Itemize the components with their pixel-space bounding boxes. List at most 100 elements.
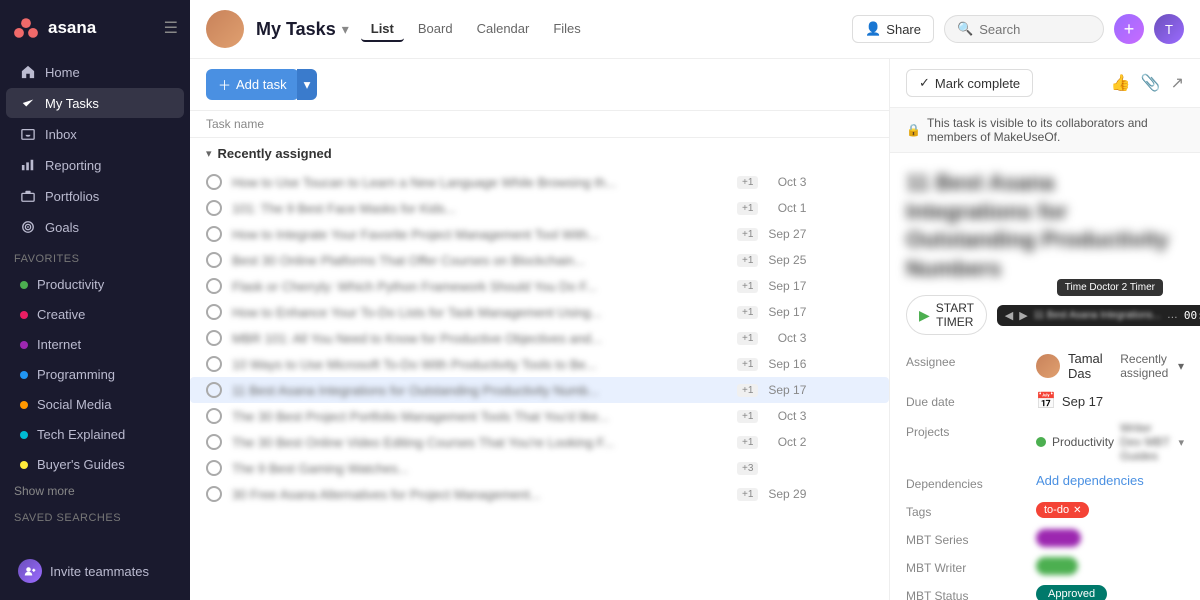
task-check-3[interactable] [206, 252, 222, 268]
share-detail-icon[interactable]: ↗ [1171, 73, 1184, 93]
sidebar-item-reporting[interactable]: Reporting [6, 150, 184, 180]
task-check-9[interactable] [206, 408, 222, 424]
sidebar-item-portfolios[interactable]: Portfolios [6, 181, 184, 211]
timer-next-icon[interactable]: ▶ [1019, 309, 1027, 322]
task-tag-6: +1 [737, 332, 758, 345]
task-tag-1: +1 [737, 202, 758, 215]
due-date-field-row: Due date 📅 Sep 17 [906, 391, 1184, 411]
sidebar-nav: Home My Tasks Inbox Reporting [0, 56, 190, 542]
sidebar-item-internet[interactable]: Internet [6, 330, 184, 359]
timer-widget[interactable]: ◀ ▶ 11 Best Asana Integrations... … 00:0… [997, 305, 1200, 326]
detail-toolbar: ✓ Mark complete 👍 📎 ↗ [890, 59, 1200, 108]
sidebar-item-label-social-media: Social Media [37, 397, 111, 412]
sidebar-item-creative[interactable]: Creative [6, 300, 184, 329]
task-col-header: Task name [190, 111, 889, 138]
table-row[interactable]: The 30 Best Online Video Editing Courses… [190, 429, 889, 455]
task-name-12: 30 Free Asana Alternatives for Project M… [232, 487, 732, 502]
sidebar-item-home[interactable]: Home [6, 57, 184, 87]
attachment-icon[interactable]: 📎 [1141, 73, 1161, 93]
table-row-selected[interactable]: 11 Best Asana Integrations for Outstandi… [190, 377, 889, 403]
search-input[interactable] [979, 22, 1091, 37]
task-date-4: Sep 17 [766, 279, 806, 293]
add-task-button[interactable]: + [1114, 14, 1144, 44]
tag-chip-todo: to-do ✕ [1036, 502, 1089, 518]
project-dropdown-icon[interactable]: ▾ [1178, 436, 1184, 449]
table-row[interactable]: 30 Free Asana Alternatives for Project M… [190, 481, 889, 507]
tab-board[interactable]: Board [408, 17, 463, 42]
sidebar-item-inbox[interactable]: Inbox [6, 119, 184, 149]
timer-prev-icon[interactable]: ◀ [1005, 309, 1013, 322]
due-date-value[interactable]: 📅 Sep 17 [1036, 391, 1184, 411]
mark-complete-button[interactable]: ✓ Mark complete [906, 69, 1033, 97]
tab-files[interactable]: Files [543, 17, 590, 42]
task-check-12[interactable] [206, 486, 222, 502]
table-row[interactable]: How to Integrate Your Favorite Project M… [190, 221, 889, 247]
sidebar-item-productivity[interactable]: Productivity [6, 270, 184, 299]
task-date-0: Oct 3 [766, 175, 806, 189]
task-check-6[interactable] [206, 330, 222, 346]
task-check-7[interactable] [206, 356, 222, 372]
sidebar-item-tech-explained[interactable]: Tech Explained [6, 420, 184, 449]
task-check-8[interactable] [206, 382, 222, 398]
sidebar-item-social-media[interactable]: Social Media [6, 390, 184, 419]
table-row[interactable]: Best 30 Online Platforms That Offer Cour… [190, 247, 889, 273]
sidebar-item-my-tasks[interactable]: My Tasks [6, 88, 184, 118]
user-profile-button[interactable]: T [1154, 14, 1184, 44]
search-box[interactable]: 🔍 [944, 15, 1104, 43]
show-more-link[interactable]: Show more [0, 480, 190, 502]
task-check-0[interactable] [206, 174, 222, 190]
title-chevron-icon[interactable]: ▾ [342, 21, 349, 38]
sidebar-item-label-productivity: Productivity [37, 277, 104, 292]
task-tag-8: +1 [737, 384, 758, 397]
invite-avatar [18, 559, 42, 583]
share-button[interactable]: 👤 Share [852, 15, 934, 43]
recently-assigned-section[interactable]: ▾ Recently assigned [190, 138, 889, 169]
buyers-guides-dot [20, 461, 28, 469]
tag-text: to-do [1044, 504, 1069, 516]
tasks-scroll-area[interactable]: ▾ Recently assigned How to Use Toucan to… [190, 138, 889, 600]
mbt-series-value [1036, 529, 1184, 544]
task-date-10: Oct 2 [766, 435, 806, 449]
add-task-button[interactable]: ＋ Add task [206, 69, 299, 100]
task-check-10[interactable] [206, 434, 222, 450]
task-list-header: ＋ Add task ▾ [190, 59, 889, 111]
sidebar-collapse-button[interactable]: ☰ [164, 18, 178, 38]
sidebar-item-label-creative: Creative [37, 307, 85, 322]
add-dependencies-link[interactable]: Add dependencies [1036, 473, 1144, 488]
start-timer-button[interactable]: ▶ START TIMER [906, 295, 987, 335]
header-left: My Tasks ▾ List Board Calendar Files [206, 10, 591, 48]
task-check-5[interactable] [206, 304, 222, 320]
add-task-dropdown-button[interactable]: ▾ [297, 69, 318, 100]
sidebar-item-programming[interactable]: Programming [6, 360, 184, 389]
task-check-4[interactable] [206, 278, 222, 294]
calendar-icon: 📅 [1036, 391, 1056, 411]
task-check-11[interactable] [206, 460, 222, 476]
sidebar-item-buyers-guides[interactable]: Buyer's Guides [6, 450, 184, 479]
assignee-label: Assignee [906, 351, 1026, 369]
task-name-9: The 30 Best Project Portfolio Management… [232, 409, 732, 424]
lock-icon: 🔒 [906, 123, 921, 137]
table-row[interactable]: Flask or Cherryly: Which Python Framewor… [190, 273, 889, 299]
mbt-series-chip [1036, 529, 1081, 547]
task-tag-4: +1 [737, 280, 758, 293]
task-check-1[interactable] [206, 200, 222, 216]
tag-remove-button[interactable]: ✕ [1073, 505, 1081, 516]
table-row[interactable]: How to Use Toucan to Learn a New Languag… [190, 169, 889, 195]
task-check-2[interactable] [206, 226, 222, 242]
tab-list[interactable]: List [361, 17, 404, 42]
table-row[interactable]: 10 Ways to Use Microsoft To-Do With Prod… [190, 351, 889, 377]
sidebar-item-label-my-tasks: My Tasks [45, 96, 99, 111]
table-row[interactable]: How to Enhance Your To-Do Lists for Task… [190, 299, 889, 325]
content-area: ＋ Add task ▾ Task name ▾ Recently assign… [190, 59, 1200, 600]
thumbs-up-icon[interactable]: 👍 [1111, 73, 1131, 93]
play-icon: ▶ [919, 307, 930, 324]
table-row[interactable]: The 9 Best Gaming Watches... +3 [190, 455, 889, 481]
table-row[interactable]: The 30 Best Project Portfolio Management… [190, 403, 889, 429]
assignee-section-dropdown[interactable]: Recently assigned ▾ [1120, 352, 1184, 380]
table-row[interactable]: 101: The 9 Best Face Masks for Kids... +… [190, 195, 889, 221]
sidebar-item-goals[interactable]: Goals [6, 212, 184, 242]
table-row[interactable]: MBR 101: All You Need to Know for Produc… [190, 325, 889, 351]
add-task-label: Add task [236, 77, 287, 92]
tab-calendar[interactable]: Calendar [467, 17, 540, 42]
invite-teammates-button[interactable]: Invite teammates [8, 552, 182, 590]
